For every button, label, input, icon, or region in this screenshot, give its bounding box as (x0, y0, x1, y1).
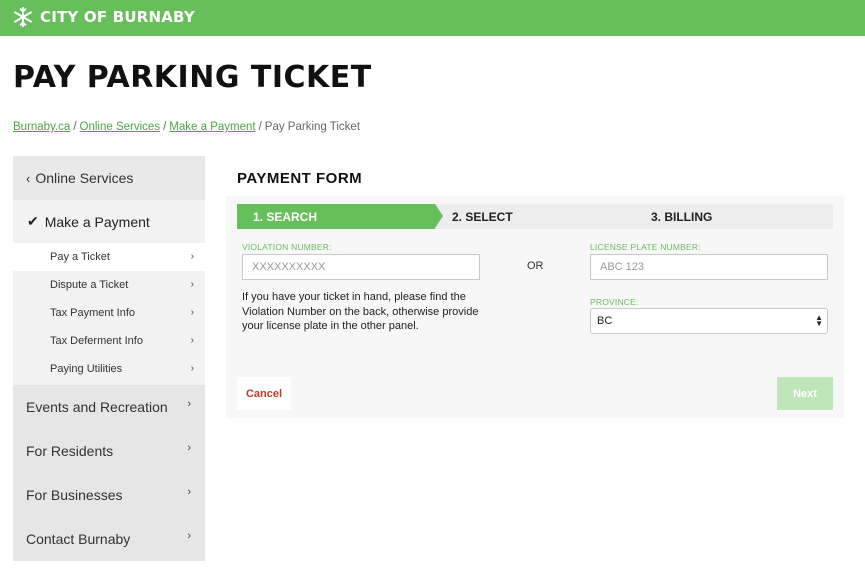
sidebar-nav: ‹ Online Services ✔ Make a Payment Pay a… (13, 156, 205, 570)
help-text: If you have your ticket in hand, please … (242, 291, 479, 332)
chevron-right-icon: › (190, 279, 194, 290)
sidebar-submenu: Pay a Ticket › Dispute a Ticket › Tax Pa… (13, 243, 205, 385)
chevron-right-icon: › (187, 442, 191, 454)
chevron-left-icon: ‹ (26, 170, 31, 186)
sidebar-subitem-label: Pay a Ticket (50, 251, 110, 263)
step-select: 2. SELECT (452, 209, 513, 224)
sidebar-item-for-businesses[interactable]: For Businesses › (13, 473, 205, 517)
sidebar-current-label: Make a Payment (44, 213, 150, 230)
province-label: PROVINCE: (590, 297, 639, 307)
breadcrumb: Burnaby.ca / Online Services / Make a Paymen… (13, 121, 360, 133)
license-plate-input[interactable]: ABC 123 (590, 254, 828, 280)
sidebar-item-events-and-recreation[interactable]: Events and Recreation › (13, 385, 205, 429)
breadcrumb-current: Pay Parking Ticket (264, 121, 361, 133)
province-select[interactable]: BC ▲ ▼ (590, 308, 828, 334)
violation-number-input[interactable]: XXXXXXXXXX (242, 254, 480, 280)
sidebar-subitem-pay-a-ticket[interactable]: Pay a Ticket › (13, 243, 205, 271)
chevron-right-icon: › (187, 530, 191, 542)
sidebar-item-make-a-payment[interactable]: ✔ Make a Payment (13, 200, 205, 243)
chevron-right-icon: › (187, 486, 191, 498)
next-button[interactable]: Next (777, 377, 833, 410)
sidebar-subitem-dispute-a-ticket[interactable]: Dispute a Ticket › (13, 271, 205, 299)
step-billing: 3. BILLING (651, 209, 713, 224)
progress-steps: 1. SEARCH 2. SELECT 3. BILLING (237, 204, 833, 229)
chevron-right-icon: › (190, 363, 194, 374)
chevron-right-icon: › (190, 307, 194, 318)
sidebar-subitem-paying-utilities[interactable]: Paying Utilities › (13, 355, 205, 383)
step-arrow-icon (435, 204, 443, 228)
step-search: 1. SEARCH (237, 204, 435, 229)
sidebar-subitem-label: Paying Utilities (50, 363, 123, 375)
sidebar-item-label: For Residents (26, 443, 114, 459)
chevron-right-icon: › (187, 398, 191, 410)
city-logo[interactable]: CITY OF BURNABY (12, 6, 195, 28)
violation-number-label: VIOLATION NUMBER: (242, 242, 332, 252)
site-header: CITY OF BURNABY (0, 0, 865, 36)
breadcrumb-link-make-a-payment[interactable]: Make a Payment (169, 121, 255, 133)
license-plate-label: LICENSE PLATE NUMBER: (590, 242, 701, 252)
sidebar-subitem-tax-deferment-info[interactable]: Tax Deferment Info › (13, 327, 205, 355)
sidebar-groups: Events and Recreation › For Residents › … (13, 385, 205, 561)
sidebar-item-label: Events and Recreation (26, 399, 168, 415)
sidebar-subitem-label: Dispute a Ticket (50, 279, 129, 291)
checkmark-icon: ✔ (27, 213, 39, 229)
breadcrumb-separator: / (73, 121, 77, 133)
form-title: PAYMENT FORM (237, 170, 363, 187)
snowflake-logo-icon (14, 6, 32, 28)
chevron-right-icon: › (190, 251, 194, 262)
breadcrumb-link-home[interactable]: Burnaby.ca (13, 121, 70, 133)
select-arrows-icon: ▲ ▼ (815, 313, 823, 328)
sidebar-item-for-residents[interactable]: For Residents › (13, 429, 205, 473)
province-value: BC (597, 315, 613, 327)
sidebar-back-online-services[interactable]: ‹ Online Services (13, 156, 205, 200)
sidebar-subitem-tax-payment-info[interactable]: Tax Payment Info › (13, 299, 205, 327)
sidebar-item-label: Contact Burnaby (26, 531, 131, 547)
breadcrumb-separator: / (258, 121, 262, 133)
or-divider: OR (527, 260, 544, 272)
sidebar-item-contact-burnaby[interactable]: Contact Burnaby › (13, 517, 205, 561)
page-title: PAY PARKING TICKET (13, 60, 372, 95)
cancel-button[interactable]: Cancel (237, 377, 291, 410)
chevron-right-icon: › (190, 335, 194, 346)
sidebar-subitem-label: Tax Deferment Info (50, 335, 143, 347)
logo-text: CITY OF BURNABY (40, 8, 195, 26)
sidebar-back-label: Online Services (35, 170, 134, 186)
sidebar-item-label: For Businesses (26, 487, 123, 503)
sidebar-subitem-label: Tax Payment Info (50, 307, 135, 319)
breadcrumb-separator: / (163, 121, 167, 133)
breadcrumb-link-online-services[interactable]: Online Services (80, 121, 161, 133)
